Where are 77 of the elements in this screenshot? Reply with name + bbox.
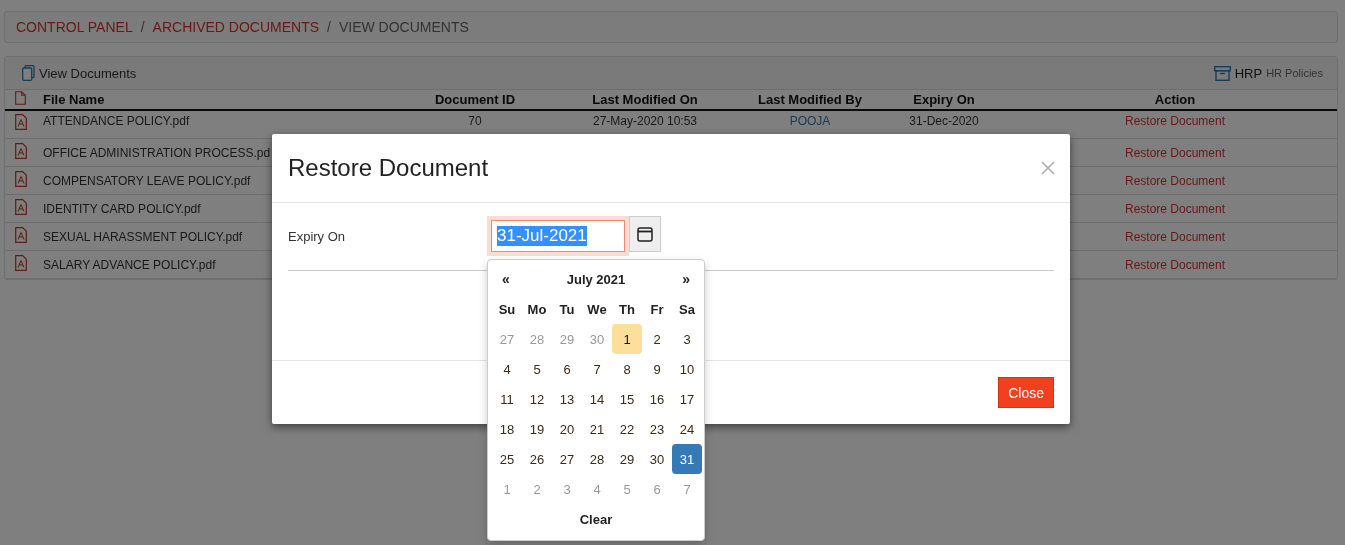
calendar-day[interactable]: 15 <box>612 384 642 414</box>
pdf-file-icon <box>15 227 27 243</box>
calendar-day[interactable]: 11 <box>492 384 522 414</box>
clear-button[interactable]: Clear <box>579 511 613 527</box>
calendar-day[interactable]: 27 <box>552 444 582 474</box>
close-button[interactable]: Close <box>998 377 1054 408</box>
weekday-label: Sa <box>678 300 696 319</box>
calendar-day[interactable]: 12 <box>522 384 552 414</box>
column-header: File Name <box>43 92 105 107</box>
pdf-file-icon <box>15 143 27 159</box>
month-title[interactable]: July 2021 <box>566 271 626 287</box>
file-name: COMPENSATORY LEAVE POLICY.pdf <box>43 173 251 188</box>
calendar-day[interactable]: 13 <box>552 384 582 414</box>
column-header: Expiry On <box>913 92 975 107</box>
file-name: SEXUAL HARASSMENT POLICY.pdf <box>43 229 243 244</box>
calendar-day[interactable]: 26 <box>522 444 552 474</box>
archive-icon <box>1213 65 1231 81</box>
table-cell: 27-May-2020 10:53 <box>592 114 698 128</box>
breadcrumb-separator: / <box>140 19 145 35</box>
module-caption: HR Policies <box>1266 67 1323 79</box>
panel-title: View Documents <box>39 65 137 81</box>
calendar-day[interactable]: 6 <box>552 354 582 384</box>
dialog-title: Restore Document <box>288 154 489 182</box>
calendar-day[interactable]: 3 <box>672 324 702 354</box>
file-name: SALARY ADVANCE POLICY.pdf <box>43 257 216 272</box>
calendar-day[interactable]: 24 <box>672 414 702 444</box>
file-name: IDENTITY CARD POLICY.pdf <box>43 201 201 216</box>
calendar-day[interactable]: 19 <box>522 414 552 444</box>
documents-icon <box>22 65 35 81</box>
calendar-icon <box>637 226 653 242</box>
file-icon <box>15 91 26 105</box>
calendar-day[interactable]: 29 <box>612 444 642 474</box>
calendar-day[interactable]: 7 <box>582 354 612 384</box>
calendar-button[interactable] <box>629 216 661 252</box>
column-header: Action <box>1154 92 1196 107</box>
calendar-day[interactable]: 10 <box>672 354 702 384</box>
calendar-day[interactable]: 25 <box>492 444 522 474</box>
weekday-label: Su <box>497 300 517 319</box>
calendar-day[interactable]: 21 <box>582 414 612 444</box>
calendar-day[interactable]: 9 <box>642 354 672 384</box>
pdf-file-icon <box>15 255 27 271</box>
table-cell: 31-Dec-2020 <box>909 114 979 128</box>
calendar-day[interactable]: 23 <box>642 414 672 444</box>
pdf-file-icon <box>15 171 27 187</box>
calendar-day[interactable]: 18 <box>492 414 522 444</box>
module-code: HRP <box>1234 65 1263 81</box>
field-label: Expiry On <box>288 229 347 244</box>
file-name: ATTENDANCE POLICY.pdf <box>43 114 190 128</box>
column-header: Last Modified On <box>592 92 698 107</box>
calendar-day[interactable]: 31 <box>672 444 702 474</box>
table-cell: 70 <box>468 114 482 128</box>
calendar-day[interactable]: 16 <box>642 384 672 414</box>
pdf-file-icon <box>15 114 27 130</box>
calendar-day[interactable]: 20 <box>552 414 582 444</box>
weekday-label: We <box>586 300 608 319</box>
calendar-day[interactable]: 28 <box>582 444 612 474</box>
calendar-day[interactable]: 4 <box>492 354 522 384</box>
calendar-day[interactable]: 17 <box>672 384 702 414</box>
previous-month-button[interactable]: « <box>502 271 510 287</box>
calendar-day[interactable]: 22 <box>612 414 642 444</box>
next-month-button[interactable]: » <box>682 271 690 287</box>
calendar-day[interactable]: 5 <box>522 354 552 384</box>
weekday-label: Mo <box>526 300 548 319</box>
calendar-day[interactable]: 8 <box>612 354 642 384</box>
breadcrumb-separator: / <box>327 19 331 35</box>
weekday-label: Fr <box>649 300 665 319</box>
calendar-day[interactable]: 14 <box>582 384 612 414</box>
calendar-day[interactable]: 2 <box>642 324 672 354</box>
calendar-day[interactable]: 1 <box>612 324 642 354</box>
weekday-label: Th <box>618 300 636 319</box>
column-header: Last Modified By <box>758 92 862 107</box>
file-name: OFFICE ADMINISTRATION PROCESS.pd <box>43 145 271 160</box>
column-header: Document ID <box>434 92 516 107</box>
breadcrumb-current: VIEW DOCUMENTS <box>338 19 469 35</box>
weekday-label: Tu <box>558 300 576 319</box>
calendar-day[interactable]: 30 <box>642 444 672 474</box>
pdf-file-icon <box>15 199 27 215</box>
